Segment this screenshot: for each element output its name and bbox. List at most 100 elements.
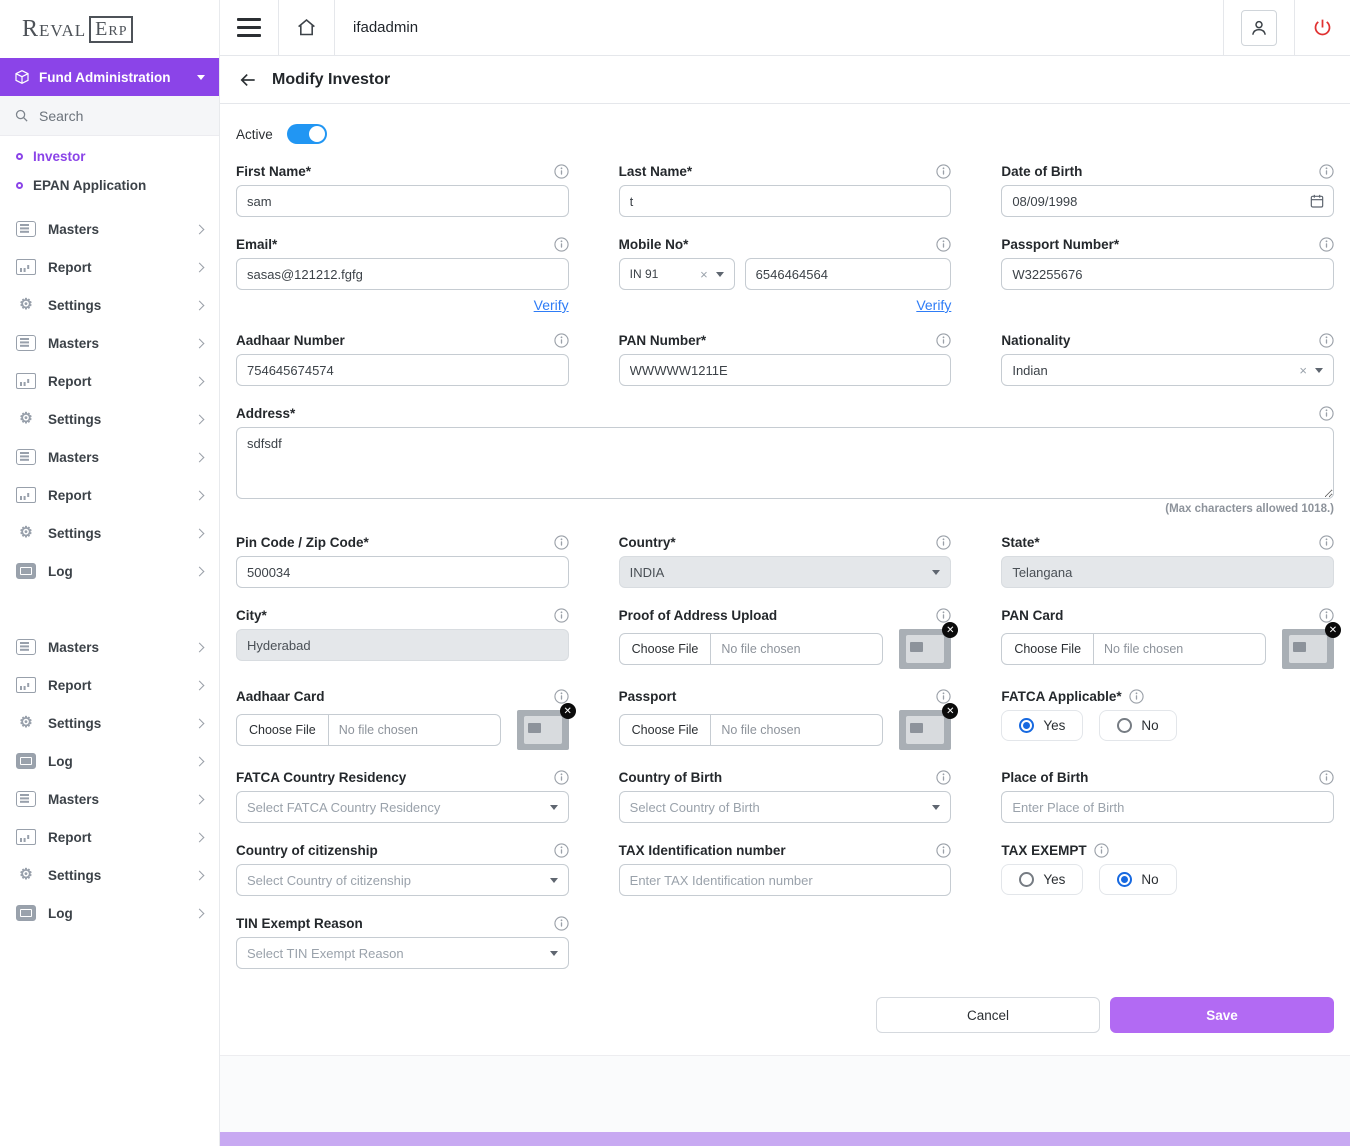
info-icon[interactable] [1319,237,1334,252]
citizenship-select[interactable]: Select Country of citizenship [236,864,569,896]
sidebar-item-epan-application[interactable]: EPAN Application [0,171,219,200]
aadhaar-number-input[interactable] [236,354,569,386]
home-button[interactable] [279,0,335,55]
proof-of-address-file-input[interactable]: Choose File No file chosen [619,633,884,665]
info-icon[interactable] [554,770,569,785]
sidebar-item-settings[interactable]: Settings [0,514,219,552]
pincode-input[interactable] [236,556,569,588]
info-icon[interactable] [1319,164,1334,179]
tax-exempt-yes-radio[interactable]: Yes [1001,864,1083,895]
pan-number-input[interactable] [619,354,952,386]
date-of-birth-input[interactable] [1001,185,1334,217]
remove-file-icon[interactable] [942,622,958,638]
nationality-select[interactable]: Indian [1001,354,1334,386]
active-label: Active [236,127,273,142]
tax-exempt-no-radio[interactable]: No [1099,864,1176,895]
info-icon[interactable] [1319,535,1334,550]
info-icon[interactable] [1319,406,1334,421]
calendar-icon[interactable] [1309,193,1325,209]
sidebar-item-settings[interactable]: Settings [0,704,219,742]
active-toggle[interactable] [287,124,327,144]
info-icon[interactable] [936,689,951,704]
info-icon[interactable] [936,333,951,348]
info-icon[interactable] [554,916,569,931]
module-switcher[interactable]: Fund Administration [0,58,219,96]
mobile-verify-link[interactable]: Verify [619,297,952,313]
sidebar-item-masters[interactable]: Masters [0,438,219,476]
cancel-button[interactable]: Cancel [876,997,1100,1033]
sidebar-item-report[interactable]: Report [0,248,219,286]
info-icon[interactable] [1319,770,1334,785]
sidebar-item-log[interactable]: Log [0,552,219,590]
email-input[interactable] [236,258,569,290]
address-textarea[interactable]: sdfsdf [236,427,1334,499]
fatca-no-radio[interactable]: No [1099,710,1176,741]
mobile-number-input[interactable] [745,258,952,290]
sidebar-item-report[interactable]: Report [0,818,219,856]
save-button[interactable]: Save [1110,997,1334,1033]
place-of-birth-input[interactable] [1001,791,1334,823]
passport-number-input[interactable] [1001,258,1334,290]
pan-card-file-input[interactable]: Choose File No file chosen [1001,633,1266,665]
info-icon[interactable] [554,689,569,704]
sidebar-item-log[interactable]: Log [0,894,219,932]
info-icon[interactable] [936,237,951,252]
tin-exempt-reason-select[interactable]: Select TIN Exempt Reason [236,937,569,969]
sidebar-item-settings[interactable]: Settings [0,286,219,324]
remove-file-icon[interactable] [1325,622,1341,638]
bullet-icon [16,182,23,189]
country-of-birth-select[interactable]: Select Country of Birth [619,791,952,823]
first-name-input[interactable] [236,185,569,217]
info-icon[interactable] [554,608,569,623]
sidebar-item-report[interactable]: Report [0,666,219,704]
sidebar-item-report[interactable]: Report [0,476,219,514]
info-icon[interactable] [1129,689,1144,704]
aadhaar-card-file-input[interactable]: Choose File No file chosen [236,714,501,746]
choose-file-button[interactable]: Choose File [620,715,712,745]
remove-file-icon[interactable] [560,703,576,719]
info-icon[interactable] [554,237,569,252]
info-icon[interactable] [1094,843,1109,858]
info-icon[interactable] [554,164,569,179]
sidebar-item-settings[interactable]: Settings [0,856,219,894]
sidebar-item-log[interactable]: Log [0,742,219,780]
menu-toggle-button[interactable] [220,0,279,55]
info-icon[interactable] [1319,608,1334,623]
logout-button[interactable] [1294,0,1350,55]
remove-file-icon[interactable] [942,703,958,719]
profile-button[interactable] [1223,0,1294,55]
choose-file-button[interactable]: Choose File [1002,634,1094,664]
tax-id-input[interactable] [619,864,952,896]
info-icon[interactable] [936,608,951,623]
info-icon[interactable] [936,164,951,179]
sidebar-item-masters[interactable]: Masters [0,324,219,362]
email-verify-link[interactable]: Verify [236,297,569,313]
info-icon[interactable] [936,770,951,785]
last-name-input[interactable] [619,185,952,217]
clear-icon[interactable] [700,268,708,281]
info-icon[interactable] [936,843,951,858]
clear-icon[interactable] [1299,364,1307,377]
info-icon[interactable] [1319,333,1334,348]
mobile-country-code-select[interactable]: IN 91 [619,258,735,290]
sidebar-item-report[interactable]: Report [0,362,219,400]
fatca-yes-radio[interactable]: Yes [1001,710,1083,741]
choose-file-button[interactable]: Choose File [237,715,329,745]
info-icon[interactable] [554,333,569,348]
chevron-right-icon [195,300,205,310]
passport-file-input[interactable]: Choose File No file chosen [619,714,884,746]
info-icon[interactable] [554,535,569,550]
choose-file-button[interactable]: Choose File [620,634,712,664]
back-button[interactable] [238,70,258,90]
sidebar-item-masters[interactable]: Masters [0,780,219,818]
search-input[interactable] [39,108,205,124]
info-icon[interactable] [936,535,951,550]
sidebar-item-settings[interactable]: Settings [0,400,219,438]
info-icon[interactable] [554,843,569,858]
sidebar-item-investor[interactable]: Investor [0,142,219,171]
fatca-country-select[interactable]: Select FATCA Country Residency [236,791,569,823]
sidebar-item-masters[interactable]: Masters [0,210,219,248]
country-select[interactable]: INDIA [619,556,952,588]
gear-icon [16,297,36,313]
sidebar-item-masters[interactable]: Masters [0,628,219,666]
